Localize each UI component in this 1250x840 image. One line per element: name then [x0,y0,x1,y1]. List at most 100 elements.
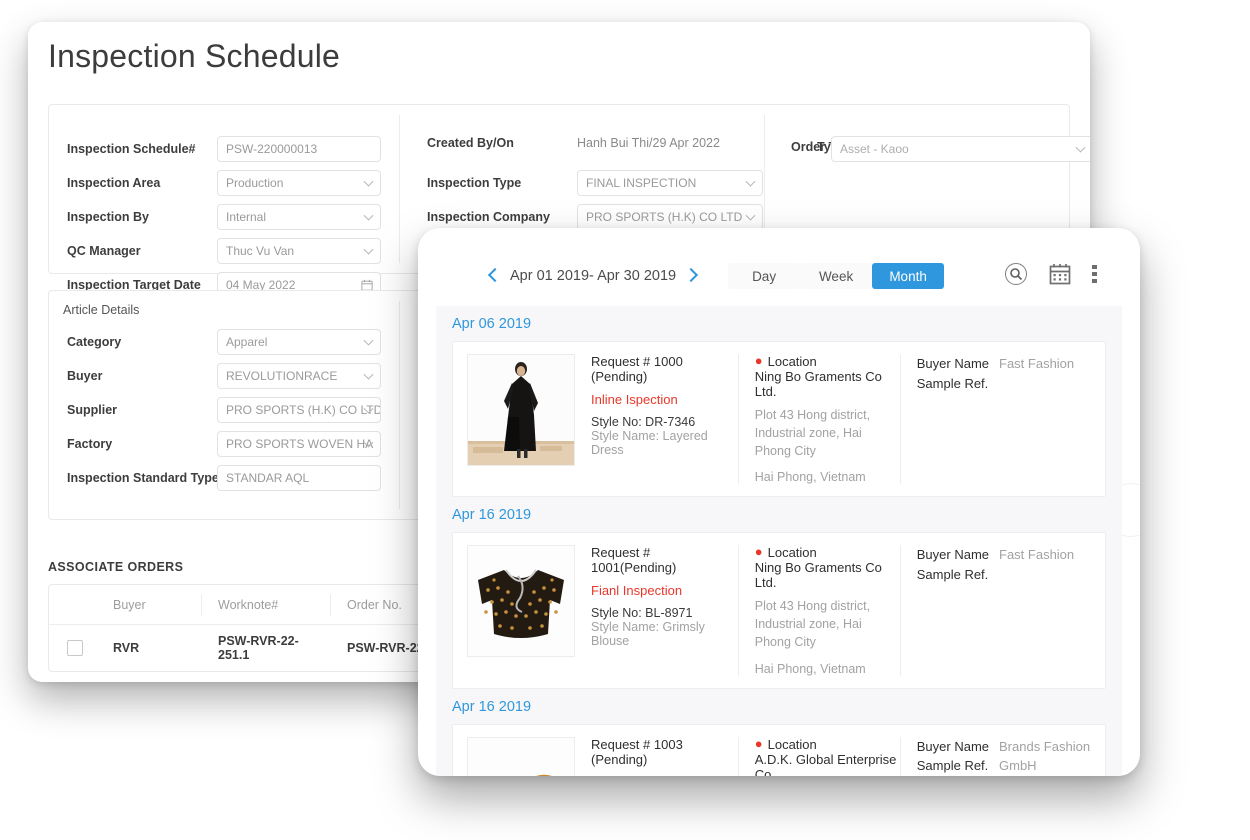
style-no: Style No: DR-7346 [591,415,696,429]
event-location-column: ● Location A.D.K. Global Enterprise Co..… [739,736,901,776]
inspection-type-select[interactable]: FINAL INSPECTION [577,170,763,196]
event-location-column: ● Location Ning Bo Graments Co Ltd. Plot… [739,354,901,485]
day-label: Apr 16 2019 [452,698,532,715]
buyer-field-values: Fast Fashion [999,354,1091,484]
event-buyer-column: Buyer Name Sample Ref. Fast Fashion [901,545,1091,675]
chevron-down-icon [363,244,374,255]
event-request-column: Request # 1003 (Pending) Fianl Inspectio… [575,736,739,777]
calendar-event-list[interactable]: Apr 06 2019 Request # 1000 (Pending) Inl… [436,306,1122,776]
dress-photo [467,354,575,466]
chevron-down-icon [363,210,374,221]
event-card[interactable]: Request # 1000 (Pending) Inline Ispectio… [452,341,1106,498]
day-label: Apr 06 2019 [452,316,532,332]
chevron-down-icon [1075,142,1086,153]
location-city: Hai Phong, Vietnam [754,661,866,676]
field-label: Inspection Type [427,176,522,190]
event-location-column: ● Location Ning Bo Graments Co Ltd. Plot… [739,545,901,676]
chevron-down-icon [363,176,374,187]
field-label: Inspection By [67,210,149,224]
event-card[interactable]: Request # 1003 (Pending) Fianl Inspectio… [452,723,1106,777]
inspection-schedule-no-input[interactable]: PSW-220000013 [217,136,381,162]
chevron-down-icon [363,335,374,346]
column-header-buyer: Buyer [113,597,146,612]
buyer-field-labels: Buyer Name Sample Ref. [917,545,989,675]
qc-manager-select[interactable]: Thuc Vu Van [217,238,381,264]
field-factory: Factory PRO SPORTS WOVEN HA [67,431,381,457]
field-value: PRO SPORTS WOVEN HA [226,437,374,451]
view-week-button[interactable]: Week [800,263,873,289]
page-title: Inspection Schedule [48,38,341,74]
inspection-company-select[interactable]: PRO SPORTS (H.K) CO LTD [577,204,763,230]
location-name: Ning Bo Graments Co Ltd. [754,560,882,591]
screenshot-root: Inspection Schedule Inspection Schedule#… [0,0,1250,840]
created-by-on-value: Hanh Bui Thi/29 Apr 2022 [577,136,720,150]
request-number: Request # 1001(Pending) [591,545,677,576]
chevron-down-icon [363,369,374,380]
more-vertical-icon[interactable] [1092,262,1098,291]
field-inspection-type: Inspection Type FINAL INSPECTION [427,170,763,196]
field-value: PSW-220000013 [226,142,318,156]
day-label: Apr 16 2019 [452,507,532,524]
prev-period-button[interactable] [487,267,503,285]
field-label: Category [67,335,122,349]
location-name: Ning Bo Graments Co Ltd. [754,369,882,399]
cell-buyer: RVR [113,641,140,655]
location-label: Location [767,354,817,369]
sneaker-photo [467,736,575,776]
row-checkbox-cell[interactable] [49,640,101,656]
location-city: Hai Phong, Vietnam [754,470,866,485]
location-header: ● Location [755,545,900,560]
inspection-by-select[interactable]: Internal [217,204,381,230]
field-inspection-by: Inspection By Internal [67,204,381,230]
buyer-select[interactable]: REVOLUTIONRACE [217,363,381,389]
calendar-icon[interactable] [1048,262,1072,291]
field-label: QC Manager [67,244,141,258]
field-value: STANDAR AQL [226,471,310,485]
buyer-name-value: Fast Fashion [999,356,1075,371]
style-no: Style No: BL-8971 [591,606,693,621]
row-checkbox[interactable] [67,640,83,656]
field-value: Asset - Kaoo [840,142,909,156]
panel-divider-3 [399,301,400,509]
field-supplier: Supplier PRO SPORTS (H.K) CO LTD [67,397,381,423]
field-value: REVOLUTIONRACE [226,369,338,383]
style-name: Style Name: Grimsly Blouse [591,620,705,649]
event-card[interactable]: Request # 1001(Pending) Fianl Inspection… [452,532,1106,689]
sample-ref-label: Sample Ref. [916,566,989,582]
chevron-down-icon [745,210,756,221]
inspection-type-badge: Fianl Inspection [591,775,738,777]
factory-select[interactable]: PRO SPORTS WOVEN HA [217,431,381,457]
buyer-name-value: Brands Fashion GmbH [999,738,1091,774]
view-day-button[interactable]: Day [728,263,801,289]
inspection-area-select[interactable]: Production [217,170,381,196]
toolbar-icons [1004,262,1098,291]
column-header-worknote: Worknote# [218,597,279,612]
location-header: ● Location [755,737,900,752]
field-label: Inspection Schedule# [67,142,196,156]
blouse-photo [467,545,575,658]
event-buyer-column: Buyer Name Sample Ref. Brands Fashion Gm… [901,737,1091,777]
day-group: Apr 16 2019 [436,689,1122,777]
panel-divider-1 [399,115,400,263]
order-type-select[interactable]: Asset - Kaoo [831,136,1090,162]
date-range-label: Apr 01 2019- Apr 30 2019 [510,268,677,284]
buyer-name-label: Buyer Name [916,547,989,563]
next-period-button[interactable] [684,267,699,285]
field-inspection-schedule-no: Inspection Schedule# PSW-220000013 [67,136,381,162]
location-address: Plot 43 Hong district, Industrial zone, … [754,599,871,649]
search-icon[interactable] [1004,262,1028,291]
style-name: Style Name: Layered Dress [591,429,708,457]
field-value: Thuc Vu Van [226,244,295,258]
buyer-field-values: Brands Fashion GmbH [999,737,1091,777]
category-select[interactable]: Apparel [217,329,381,355]
inspection-standard-type-input[interactable]: STANDAR AQL [217,465,381,491]
location-label: Location [767,545,817,561]
field-created-by-on: Created By/On Hanh Bui Thi/29 Apr 2022 [427,136,720,150]
supplier-select[interactable]: PRO SPORTS (H.K) CO LTD [217,397,381,423]
buyer-field-labels: Buyer Name Sample Ref. [917,737,989,777]
field-value: Production [226,176,284,190]
view-month-button[interactable]: Month [872,263,945,289]
event-request-column: Request # 1000 (Pending) Inline Ispectio… [575,354,739,485]
field-label: Buyer [67,369,103,383]
sample-ref-label: Sample Ref. [916,375,989,391]
